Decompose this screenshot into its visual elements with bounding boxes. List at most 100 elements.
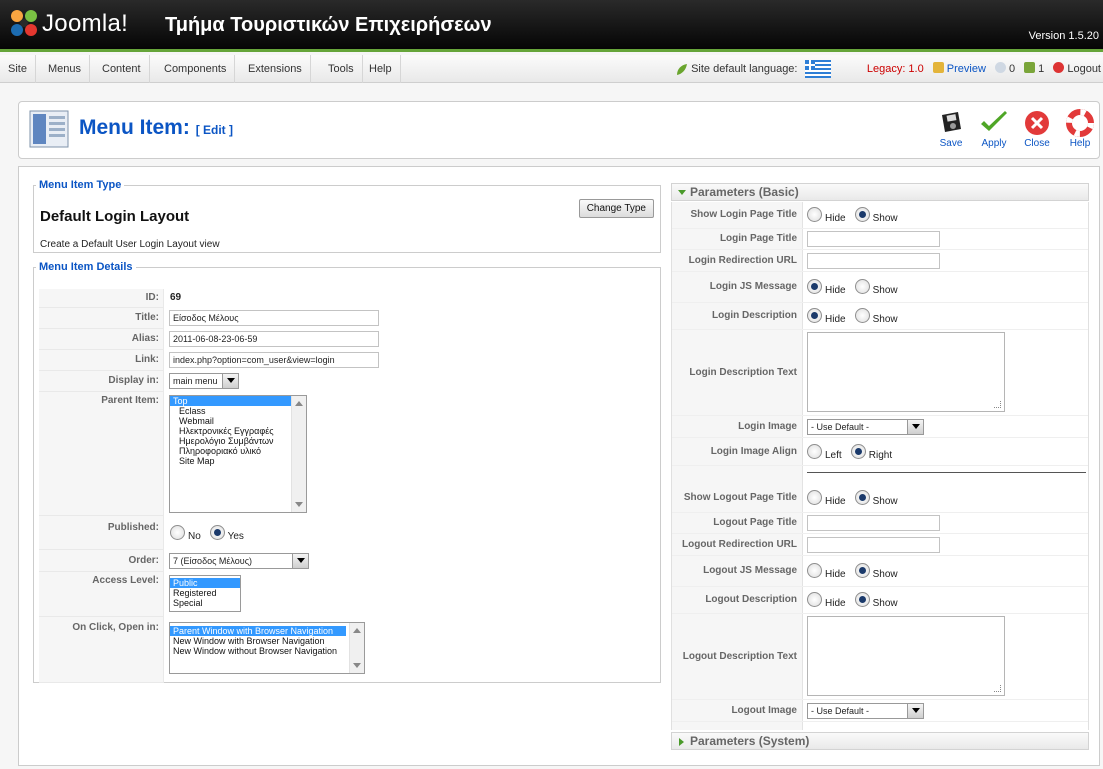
parameters-system-title: Parameters (System): [690, 734, 810, 748]
hide-label: Hide: [825, 285, 846, 297]
parent-option-top[interactable]: Top: [170, 396, 306, 406]
login-desc-show-radio[interactable]: [854, 308, 870, 323]
published-yes-radio[interactable]: [209, 525, 225, 540]
hide-label: Hide: [825, 213, 846, 225]
show-logout-title-hide-radio[interactable]: [807, 490, 822, 505]
site-title: Τμήμα Τουριστικών Επιχειρήσεων: [165, 14, 492, 36]
logout-desc-textarea[interactable]: [807, 616, 1005, 696]
login-image-select[interactable]: - Use Default -: [807, 419, 924, 435]
show-logout-title-cell: Hide Show: [807, 483, 1088, 512]
title-input[interactable]: Είσοδος Μέλους: [169, 310, 379, 326]
on-click-option-new-window-no-nav[interactable]: New Window without Browser Navigation: [170, 646, 364, 656]
logout-redirect-label: Logout Redirection URL: [672, 534, 803, 555]
login-align-right-radio[interactable]: [850, 444, 866, 459]
parent-listbox-scrollbar[interactable]: [291, 396, 306, 512]
on-click-listbox[interactable]: Parent Window with Browser Navigation Ne…: [169, 622, 365, 674]
login-redirect-input[interactable]: [807, 253, 940, 269]
show-login-title-hide-radio[interactable]: [807, 207, 822, 222]
parent-option[interactable]: Eclass: [170, 406, 306, 416]
parent-option[interactable]: Webmail: [170, 416, 306, 426]
logout-js-hide-radio[interactable]: [807, 563, 822, 578]
site-language-label: Site default language:: [691, 63, 798, 75]
on-click-row: On Click, Open in: Parent Window with Br…: [39, 617, 657, 683]
menu-extensions[interactable]: Extensions: [240, 55, 311, 83]
logout-js-show-radio[interactable]: [854, 563, 870, 578]
on-click-listbox-scrollbar[interactable]: [349, 623, 364, 673]
logout-title-cell: [807, 513, 1088, 533]
show-login-title-show-radio[interactable]: [854, 207, 870, 222]
close-icon: [1025, 111, 1049, 135]
help-button[interactable]: Help: [1060, 109, 1100, 157]
menu-help[interactable]: Help: [361, 55, 401, 83]
display-in-select[interactable]: main menu: [169, 373, 239, 389]
chevron-down-icon: [222, 374, 238, 388]
login-redirect-label: Login Redirection URL: [672, 250, 803, 271]
logout-image-select[interactable]: - Use Default -: [807, 703, 924, 719]
language-leaf-icon: [677, 63, 687, 75]
expanded-arrow-icon: [678, 190, 686, 195]
logout-js-label: Logout JS Message: [672, 556, 803, 586]
logout-link[interactable]: Logout: [1053, 62, 1101, 75]
show-label: Show: [872, 598, 898, 610]
login-title-input[interactable]: [807, 231, 940, 247]
show-label: Show: [872, 569, 898, 581]
login-js-hide-radio[interactable]: [807, 279, 822, 294]
link-input[interactable]: index.php?option=com_user&view=login: [169, 352, 379, 368]
logout-desc-show-radio[interactable]: [854, 592, 870, 607]
parent-option[interactable]: Site Map: [170, 456, 306, 466]
login-image-value: - Use Default -: [811, 422, 870, 432]
access-option-public[interactable]: Public: [170, 578, 240, 588]
close-button[interactable]: Close: [1017, 109, 1057, 157]
published-no-radio[interactable]: [170, 525, 185, 540]
show-logout-title-show-radio[interactable]: [854, 490, 870, 505]
checkmark-icon: [981, 111, 1007, 131]
menu-components[interactable]: Components: [156, 55, 236, 83]
parent-item-row: Parent Item: Top Eclass Webmail Ηλεκτρον…: [39, 392, 657, 516]
login-js-show-radio[interactable]: [854, 279, 870, 294]
published-label: Published:: [39, 516, 164, 550]
order-select[interactable]: 7 (Είσοδος Μέλους): [169, 553, 309, 569]
greek-flag-icon[interactable]: [804, 60, 831, 79]
on-click-label: On Click, Open in:: [39, 617, 164, 683]
collapsed-arrow-icon: [679, 738, 684, 746]
login-desc-textarea[interactable]: [807, 332, 1005, 412]
logout-desc-text-label: Logout Description Text: [672, 614, 803, 699]
access-option-special[interactable]: Special: [170, 598, 240, 608]
logout-js-cell: Hide Show: [807, 556, 1088, 586]
published-row: Published: No Yes: [39, 516, 657, 550]
logout-title-input[interactable]: [807, 515, 940, 531]
messages-count[interactable]: 0: [994, 62, 1015, 75]
save-button[interactable]: Save: [931, 109, 971, 157]
legacy-status: Legacy: 1.0: [866, 63, 924, 75]
login-desc-hide-radio[interactable]: [807, 308, 822, 323]
menu-tools[interactable]: Tools: [320, 55, 363, 83]
access-option-registered[interactable]: Registered: [170, 588, 240, 598]
parent-item-listbox[interactable]: Top Eclass Webmail Ηλεκτρονικές Εγγραφές…: [169, 395, 307, 513]
menu-menus[interactable]: Menus: [40, 55, 91, 83]
hide-label: Hide: [825, 496, 846, 508]
alias-input[interactable]: 2011-06-08-23-06-59: [169, 331, 379, 347]
id-label: ID:: [39, 289, 164, 308]
logout-redirect-input[interactable]: [807, 537, 940, 553]
parent-option[interactable]: Ημερολόγιο Συμβάντων: [170, 436, 306, 446]
version-label: Version 1.5.20: [1028, 30, 1099, 42]
access-level-listbox[interactable]: Public Registered Special: [169, 575, 241, 612]
page-title: Menu Item: [ Edit ]: [79, 116, 233, 140]
login-desc-text-cell: [807, 330, 1088, 415]
logout-desc-hide-radio[interactable]: [807, 592, 822, 607]
users-count[interactable]: 1: [1024, 62, 1044, 75]
parent-option[interactable]: Πληροφοριακό υλικό: [170, 446, 306, 456]
on-click-option-new-window-nav[interactable]: New Window with Browser Navigation: [170, 636, 364, 646]
parent-option[interactable]: Ηλεκτρονικές Εγγραφές: [170, 426, 306, 436]
change-type-button[interactable]: Change Type: [578, 199, 654, 218]
parameters-system-toggle[interactable]: Parameters (System): [671, 732, 1089, 750]
preview-link[interactable]: Preview: [932, 62, 986, 75]
menu-content[interactable]: Content: [94, 55, 150, 83]
parameters-basic-toggle[interactable]: Parameters (Basic): [671, 183, 1089, 201]
login-align-left-radio[interactable]: [807, 444, 822, 459]
menu-item-type-legend: Menu Item Type: [39, 179, 122, 191]
menu-site[interactable]: Site: [0, 55, 36, 83]
param-spacer-row: [672, 466, 1088, 483]
on-click-option-parent-window[interactable]: Parent Window with Browser Navigation: [170, 626, 346, 636]
apply-button[interactable]: Apply: [974, 109, 1014, 157]
